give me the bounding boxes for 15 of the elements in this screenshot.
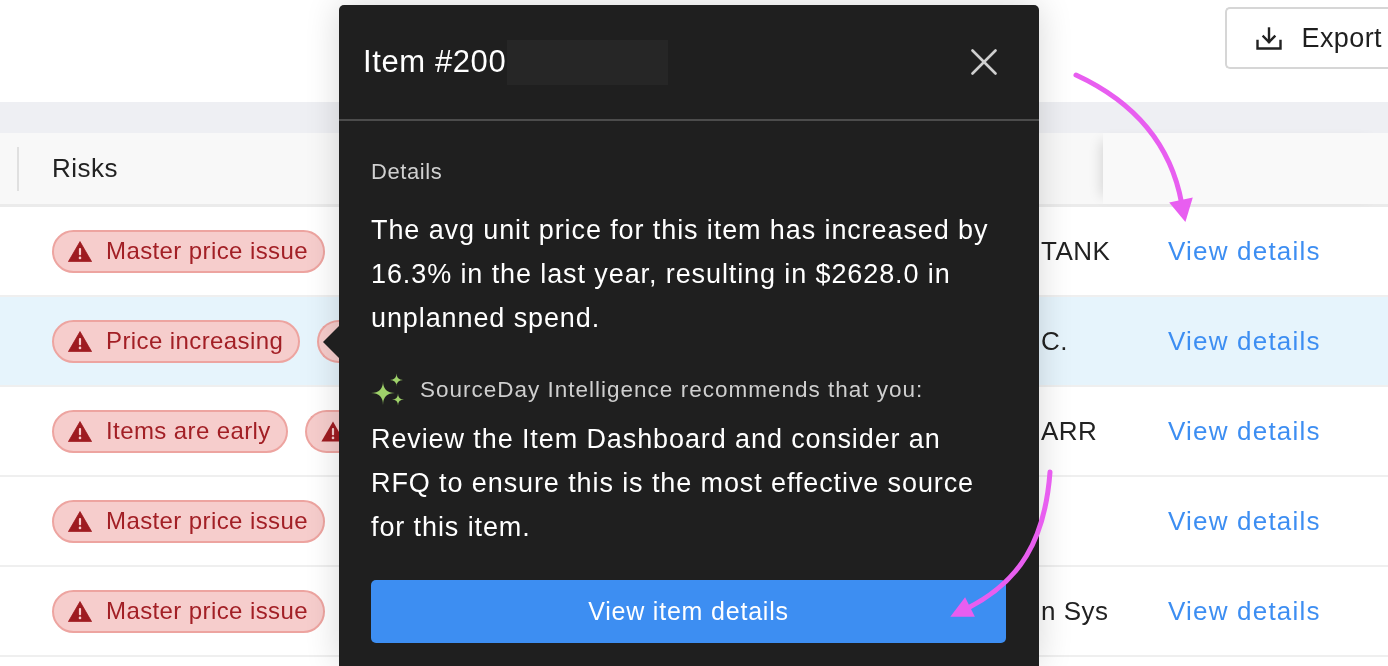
risk-label: Master price issue <box>106 596 308 626</box>
cell-text: ARR <box>1041 415 1098 446</box>
risk-label: Master price issue <box>106 236 308 266</box>
risk-label: Items are early <box>106 416 271 446</box>
cell-text: n Sys <box>1041 595 1109 626</box>
recommendation-text: Review the Item Dashboard and consider an RFQ to ensure this is the most effective source for this item. <box>371 423 976 544</box>
popover-title: Item #200 <box>363 42 507 81</box>
risk-label: Price increasing <box>106 326 284 356</box>
section-label: Details <box>371 158 444 186</box>
cell-text: C. <box>1041 325 1068 356</box>
column-header: Risks <box>52 152 119 185</box>
recommendation-intro: SourceDay Intelligence recommends that you: <box>420 375 924 404</box>
risk-label: Master price issue <box>106 506 308 536</box>
cell-text: TANK <box>1041 235 1111 266</box>
description-text: The avg unit price for this item has increased by 16.3% in the last year, resulting in $2628.0 in unplanned spend. <box>371 214 990 335</box>
